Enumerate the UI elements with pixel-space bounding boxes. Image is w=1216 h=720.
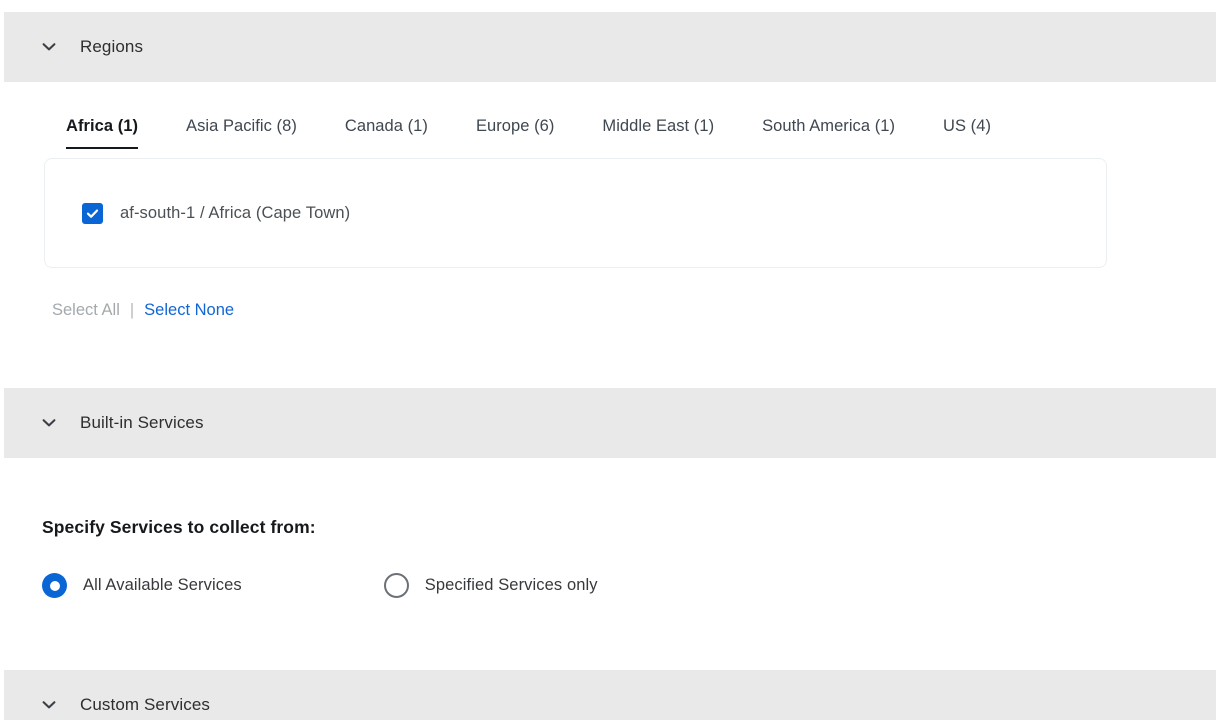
select-links: Select All | Select None (52, 301, 1216, 320)
section-header-built-in-services[interactable]: Built-in Services (4, 388, 1216, 458)
section-title-regions: Regions (80, 37, 144, 56)
checkmark-icon[interactable] (82, 202, 103, 224)
radio-option-specified-services-only[interactable]: Specified Services only (383, 573, 598, 598)
settings-page: Regions Africa (1) Asia Pacific (8) Cana… (0, 0, 1216, 720)
specify-services-heading: Specify Services to collect from: (42, 517, 316, 537)
section-header-custom-services[interactable]: Custom Services (4, 670, 1216, 720)
chevron-down-icon[interactable] (37, 411, 61, 435)
service-scope-radio-group: All Available Services Specified Service… (42, 573, 1216, 598)
select-none-link[interactable]: Select None (144, 301, 234, 320)
built-in-services-panel: Specify Services to collect from: All Av… (4, 458, 1216, 670)
select-all-link[interactable]: Select All (52, 301, 120, 320)
region-checkbox-row[interactable]: af-south-1 / Africa (Cape Town) (82, 202, 351, 224)
tab-asia-pacific[interactable]: Asia Pacific (8) (186, 117, 297, 150)
radio-unselected-icon[interactable] (383, 573, 409, 598)
region-tabs: Africa (1) Asia Pacific (8) Canada (1) E… (4, 82, 1216, 150)
tab-canada[interactable]: Canada (1) (345, 117, 428, 150)
tab-middle-east[interactable]: Middle East (1) (602, 117, 714, 150)
region-label: af-south-1 / Africa (Cape Town) (120, 203, 351, 222)
radio-option-all-available-services[interactable]: All Available Services (42, 573, 242, 598)
section-title-built-in-services: Built-in Services (80, 413, 204, 432)
regions-panel: Africa (1) Asia Pacific (8) Canada (1) E… (4, 82, 1216, 388)
chevron-down-icon[interactable] (37, 693, 61, 717)
radio-label-all-available-services: All Available Services (83, 576, 242, 594)
tab-europe[interactable]: Europe (6) (476, 117, 554, 150)
tab-africa[interactable]: Africa (1) (66, 117, 139, 150)
section-title-custom-services: Custom Services (80, 695, 210, 714)
section-header-regions[interactable]: Regions (4, 12, 1216, 82)
link-separator: | (129, 301, 135, 319)
chevron-down-icon[interactable] (37, 35, 61, 59)
tab-us[interactable]: US (4) (943, 117, 991, 150)
region-list-container: af-south-1 / Africa (Cape Town) (44, 158, 1107, 268)
tab-south-america[interactable]: South America (1) (762, 117, 895, 150)
radio-label-specified-services-only: Specified Services only (424, 576, 598, 594)
radio-selected-icon[interactable] (42, 573, 67, 598)
